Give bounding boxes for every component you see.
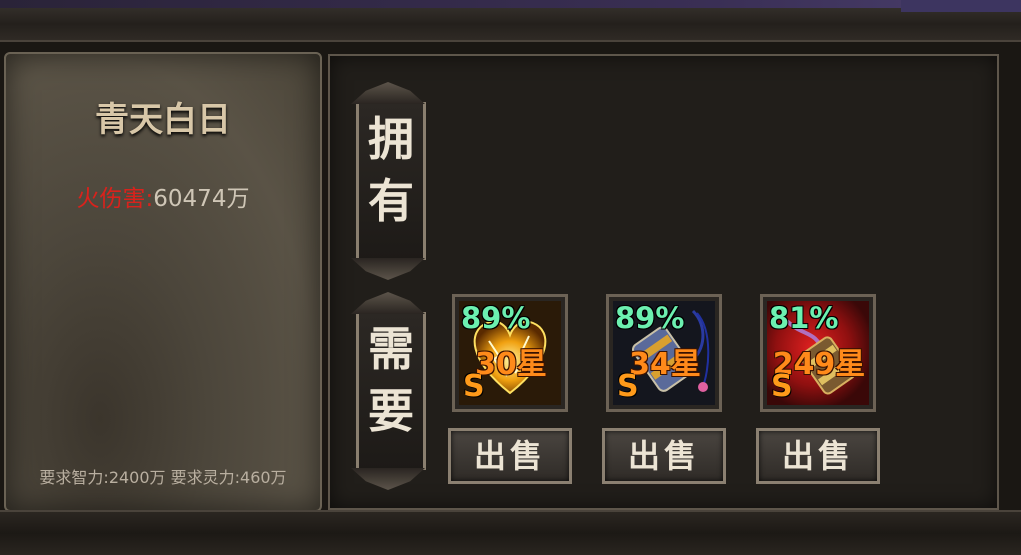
label-cap-top <box>351 82 425 104</box>
need-char-2: 要 <box>368 384 414 438</box>
sell-button-3[interactable]: 出售 <box>756 428 880 484</box>
attribute-name: 火伤害: <box>76 186 154 212</box>
owned-char-1: 拥 <box>368 112 414 166</box>
item-info-panel: 青天白日 火伤害:60474万 要求智力:2400万 要求灵力:460万 <box>4 52 322 512</box>
item-requirements: 要求智力:2400万 要求灵力:460万 <box>39 468 287 487</box>
label-cap-bottom <box>351 468 425 490</box>
owned-char-2: 有 <box>368 174 414 228</box>
slot-percent: 89% <box>461 301 531 335</box>
sell-button-1[interactable]: 出售 <box>448 428 572 484</box>
label-cap-bottom <box>351 258 425 280</box>
attribute-value: 60474万 <box>153 186 250 212</box>
materials-panel: 拥 有 需 要 89% 30星 S 出售 89% 34星 S 出售 81% 24… <box>328 54 999 510</box>
need-char-1: 需 <box>368 322 414 376</box>
material-slot-2[interactable]: 89% 34星 S <box>606 294 722 412</box>
slot-grade: S <box>617 369 639 404</box>
slot-percent: 81% <box>769 301 839 335</box>
top-frame-corner <box>901 0 1021 12</box>
slot-grade: S <box>463 369 485 404</box>
need-label: 需 要 <box>351 292 426 470</box>
owned-label: 拥 有 <box>351 82 426 260</box>
item-title: 青天白日 <box>95 100 231 140</box>
slot-grade: S <box>771 369 793 404</box>
material-slot-3[interactable]: 81% 249星 S <box>760 294 876 412</box>
bottom-frame-bar <box>0 510 1021 555</box>
label-cap-top <box>351 292 425 314</box>
sell-button-2[interactable]: 出售 <box>602 428 726 484</box>
material-slot-1[interactable]: 89% 30星 S <box>452 294 568 412</box>
slot-percent: 89% <box>615 301 685 335</box>
top-frame-bar <box>0 0 1021 42</box>
item-attribute: 火伤害:60474万 <box>6 179 320 213</box>
top-frame-strip <box>0 0 1021 8</box>
